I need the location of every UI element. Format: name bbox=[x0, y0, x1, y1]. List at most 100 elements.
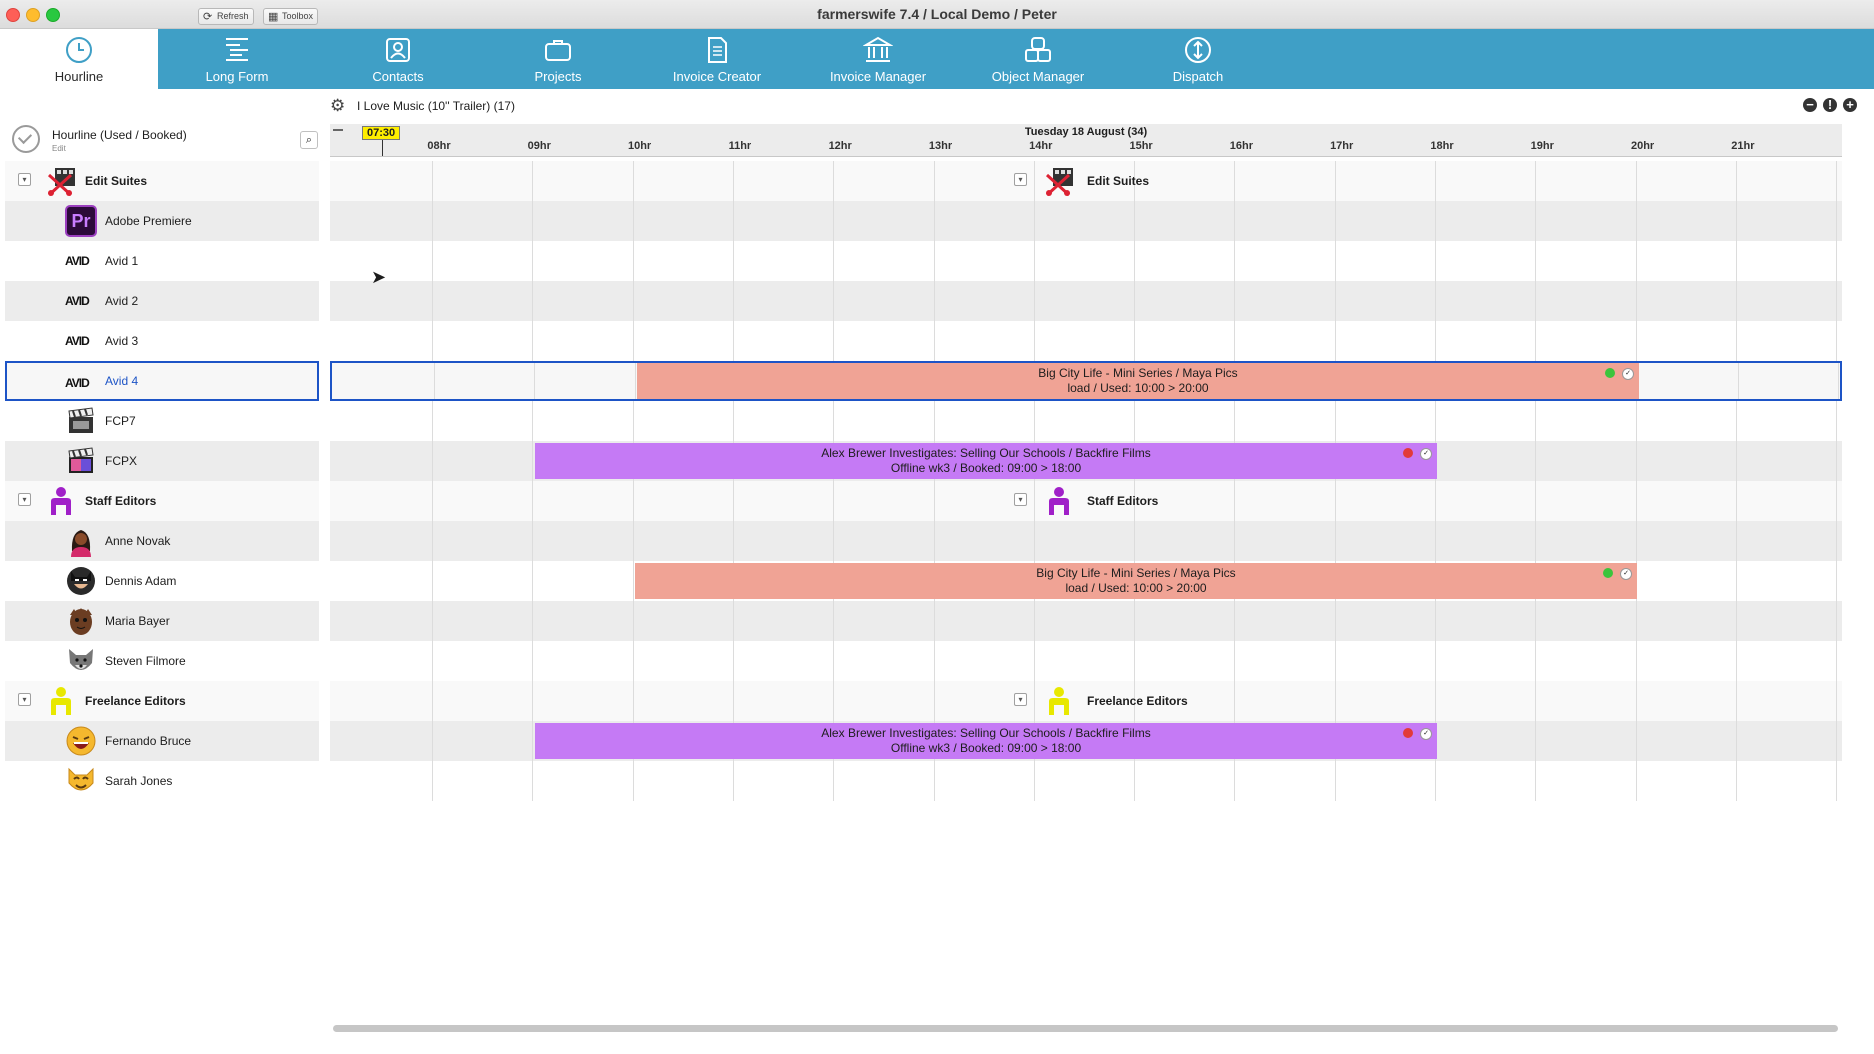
check-circle-icon[interactable] bbox=[12, 125, 40, 153]
hour-tick-label: 17hr bbox=[1330, 140, 1354, 152]
hourline-header: Hourline (Used / Booked) Edit ⌕ bbox=[0, 123, 328, 158]
resource-row-maria-bayer[interactable]: Maria Bayer bbox=[0, 601, 1874, 641]
collapse-toggle[interactable]: ▾ bbox=[18, 493, 31, 506]
resource-timeline-cell[interactable] bbox=[330, 601, 1842, 641]
group-cell: ▾ Freelance Editors bbox=[5, 681, 319, 721]
avid-logo-icon: AVID bbox=[65, 294, 90, 308]
nav-invoice-creator[interactable]: Invoice Creator bbox=[638, 29, 796, 89]
resource-timeline-cell[interactable]: Big City Life - Mini Series / Maya Pics … bbox=[330, 561, 1842, 601]
booking-alex-brewer[interactable]: Alex Brewer Investigates: Selling Our Sc… bbox=[535, 723, 1437, 759]
toolbox-button[interactable]: ▦ Toolbox bbox=[263, 8, 319, 25]
resource-row-steven-filmore[interactable]: Steven Filmore bbox=[0, 641, 1874, 681]
resource-timeline-cell[interactable]: Big City Life - Mini Series / Maya Pics … bbox=[330, 361, 1842, 401]
resource-timeline-cell[interactable] bbox=[330, 321, 1842, 361]
gear-icon[interactable]: ⚙ bbox=[330, 96, 345, 116]
hour-gridline bbox=[1234, 321, 1236, 361]
resource-cell[interactable]: AVID Avid 2 bbox=[5, 281, 319, 321]
nav-long-form[interactable]: Long Form bbox=[158, 29, 316, 89]
resource-cell[interactable]: Anne Novak bbox=[5, 521, 319, 561]
nav-projects[interactable]: Projects bbox=[479, 29, 637, 89]
hour-gridline bbox=[532, 521, 534, 561]
hour-gridline bbox=[1635, 161, 1637, 201]
resource-timeline-cell[interactable] bbox=[330, 521, 1842, 561]
hour-gridline bbox=[1234, 681, 1236, 721]
search-icon[interactable]: ⌕ bbox=[300, 131, 318, 149]
booking-big-city-life[interactable]: Big City Life - Mini Series / Maya Pics … bbox=[635, 563, 1637, 599]
hour-gridline bbox=[1737, 363, 1739, 399]
nav-invoice-manager[interactable]: Invoice Manager bbox=[799, 29, 957, 89]
resource-cell[interactable]: FCP7 bbox=[5, 401, 319, 441]
check-icon[interactable]: ✓ bbox=[1420, 448, 1432, 460]
resource-timeline-cell[interactable] bbox=[330, 641, 1842, 681]
refresh-button[interactable]: ⟳ Refresh bbox=[198, 8, 254, 25]
resource-cell[interactable]: AVID Avid 3 bbox=[5, 321, 319, 361]
resource-cell[interactable]: Dennis Adam bbox=[5, 561, 319, 601]
zoom-out-button[interactable]: − bbox=[1803, 98, 1817, 112]
booking-big-city-life[interactable]: Big City Life - Mini Series / Maya Pics … bbox=[637, 363, 1639, 399]
nav-contacts[interactable]: Contacts bbox=[319, 29, 477, 89]
resource-cell[interactable]: Sarah Jones bbox=[5, 761, 319, 801]
long-form-icon bbox=[226, 38, 248, 61]
resource-row-avid-4[interactable]: AVID Avid 4 Big City Life - Mini Series … bbox=[0, 361, 1874, 401]
edit-suite-icon bbox=[47, 168, 75, 197]
resource-row-avid-3[interactable]: AVID Avid 3 bbox=[0, 321, 1874, 361]
collapse-toggle[interactable]: ▾ bbox=[18, 693, 31, 706]
resource-row-dennis-adam[interactable]: Dennis Adam Big City Life - Mini Series … bbox=[0, 561, 1874, 601]
hour-gridline bbox=[732, 241, 734, 281]
resource-timeline-cell[interactable] bbox=[330, 761, 1842, 801]
hour-gridline bbox=[1033, 681, 1035, 721]
collapse-toggle[interactable]: ▾ bbox=[18, 173, 31, 186]
resource-row-fcpx[interactable]: FCPX Alex Brewer Investigates: Selling O… bbox=[0, 441, 1874, 481]
resource-timeline-cell[interactable] bbox=[330, 281, 1842, 321]
resource-row-sarah-jones[interactable]: Sarah Jones bbox=[0, 761, 1874, 801]
nav-object-manager[interactable]: Object Manager bbox=[959, 29, 1117, 89]
refresh-icon: ⟳ bbox=[203, 11, 213, 23]
hour-tick-label: 12hr bbox=[828, 140, 852, 152]
zoom-window-button[interactable] bbox=[46, 8, 60, 22]
horizontal-scrollbar[interactable] bbox=[333, 1025, 1838, 1032]
collapse-toggle[interactable]: ▾ bbox=[1014, 493, 1027, 506]
resource-timeline-cell[interactable]: Alex Brewer Investigates: Selling Our Sc… bbox=[330, 721, 1842, 761]
booking-alex-brewer[interactable]: Alex Brewer Investigates: Selling Our Sc… bbox=[535, 443, 1437, 479]
check-icon[interactable]: ✓ bbox=[1622, 368, 1634, 380]
check-icon[interactable]: ✓ bbox=[1620, 568, 1632, 580]
resource-row-fcp7[interactable]: FCP7 bbox=[0, 401, 1874, 441]
hourline-edit-link[interactable]: Edit bbox=[52, 144, 66, 153]
close-window-button[interactable] bbox=[6, 8, 20, 22]
resource-cell[interactable]: Pr Adobe Premiere bbox=[5, 201, 319, 241]
nav-dispatch[interactable]: Dispatch bbox=[1119, 29, 1277, 89]
collapse-toggle[interactable]: ▾ bbox=[1014, 173, 1027, 186]
resource-name: Avid 4 bbox=[105, 374, 139, 388]
resource-timeline-cell[interactable]: Alex Brewer Investigates: Selling Our Sc… bbox=[330, 441, 1842, 481]
nav-label: Dispatch bbox=[1172, 69, 1224, 84]
dispatch-icon bbox=[1185, 37, 1211, 63]
collapse-toggle[interactable]: ▾ bbox=[1014, 693, 1027, 706]
resource-timeline-cell[interactable] bbox=[330, 401, 1842, 441]
resource-cell[interactable]: AVID Avid 1 bbox=[5, 241, 319, 281]
hour-tick-label: 15hr bbox=[1129, 140, 1153, 152]
resource-timeline-cell[interactable] bbox=[330, 201, 1842, 241]
zoom-in-button[interactable]: + bbox=[1843, 98, 1857, 112]
hour-gridline bbox=[1033, 521, 1035, 561]
hour-gridline bbox=[833, 201, 835, 241]
resource-row-avid-2[interactable]: AVID Avid 2 bbox=[0, 281, 1874, 321]
nav-hourline[interactable]: Hourline bbox=[0, 29, 158, 89]
resource-cell[interactable]: AVID Avid 4 bbox=[5, 361, 319, 401]
resource-row-fernando-bruce[interactable]: Fernando Bruce Alex Brewer Investigates:… bbox=[0, 721, 1874, 761]
hour-gridline bbox=[632, 481, 634, 521]
resource-row-anne-novak[interactable]: Anne Novak bbox=[0, 521, 1874, 561]
nav-label: Hourline bbox=[54, 69, 104, 84]
minimize-window-button[interactable] bbox=[26, 8, 40, 22]
resource-cell[interactable]: Steven Filmore bbox=[5, 641, 319, 681]
resource-row-avid-1[interactable]: AVID Avid 1 bbox=[0, 241, 1874, 281]
hour-gridline bbox=[632, 641, 634, 681]
hour-gridline bbox=[1836, 601, 1838, 641]
zoom-info-button[interactable]: ! bbox=[1823, 98, 1837, 112]
resource-timeline-cell[interactable] bbox=[330, 241, 1842, 281]
hour-gridline bbox=[833, 161, 835, 201]
resource-cell[interactable]: FCPX bbox=[5, 441, 319, 481]
resource-row-adobe-premiere[interactable]: Pr Adobe Premiere bbox=[0, 201, 1874, 241]
check-icon[interactable]: ✓ bbox=[1420, 728, 1432, 740]
resource-cell[interactable]: Fernando Bruce bbox=[5, 721, 319, 761]
resource-cell[interactable]: Maria Bayer bbox=[5, 601, 319, 641]
